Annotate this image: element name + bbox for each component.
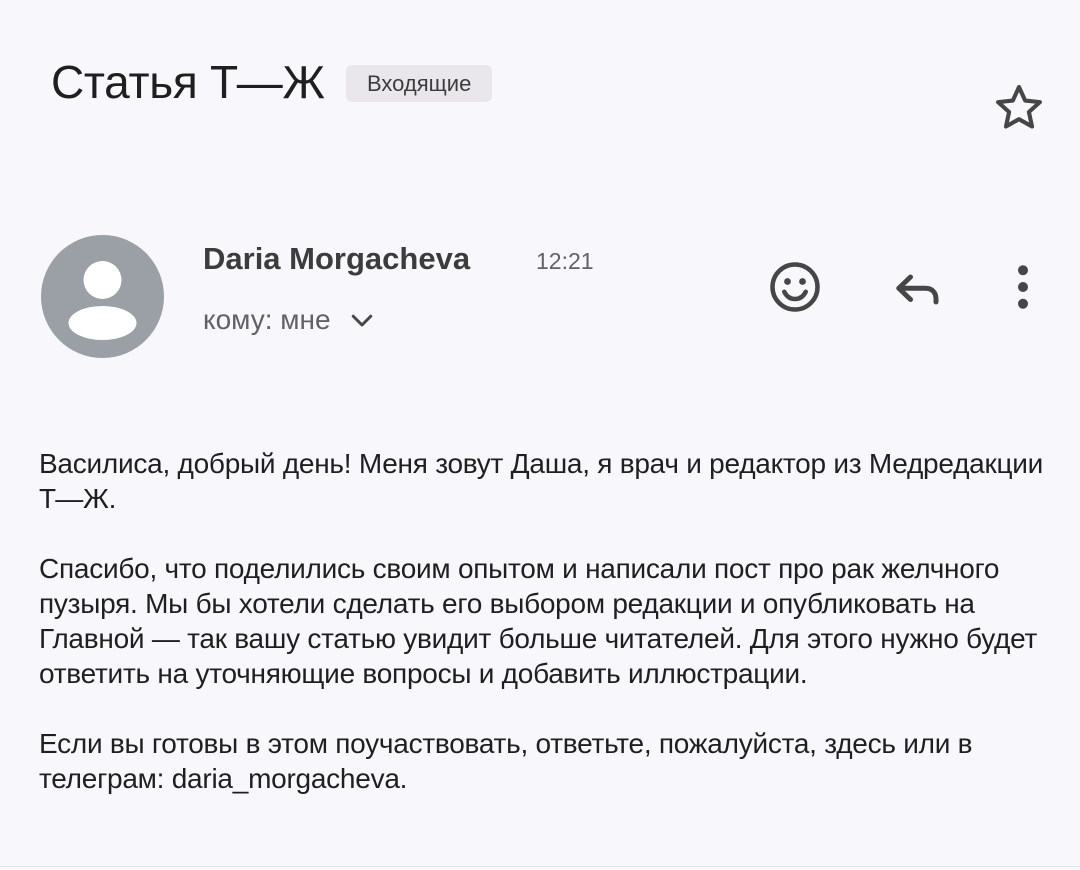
label-chip-inbox[interactable]: Входящие [346, 65, 493, 102]
more-vert-icon[interactable] [993, 257, 1053, 317]
message-body: Василиса, добрый день! Меня зовут Даша, … [39, 446, 1059, 796]
recipient-details-toggle[interactable]: кому: мне [203, 300, 377, 340]
reply-icon[interactable] [888, 257, 948, 317]
chevron-down-icon [351, 314, 372, 327]
subject-title: Статья Т—Ж [51, 56, 325, 108]
sender-name[interactable]: Daria Morgacheva [203, 238, 470, 280]
message-time: 12:21 [536, 248, 594, 274]
person-icon [68, 261, 137, 340]
body-paragraph-proposal: Спасибо, что поделились своим опытом и н… [39, 553, 1038, 689]
add-reaction-icon[interactable] [765, 257, 825, 317]
avatar[interactable] [41, 235, 164, 358]
star-icon[interactable] [990, 80, 1048, 138]
body-paragraph-contact: Если вы готовы в этом поучаствовать, отв… [39, 728, 973, 794]
divider [0, 866, 1080, 867]
recipient-label: кому: мне [203, 304, 331, 335]
body-paragraph-greeting: Василиса, добрый день! Меня зовут Даша, … [39, 448, 1044, 514]
